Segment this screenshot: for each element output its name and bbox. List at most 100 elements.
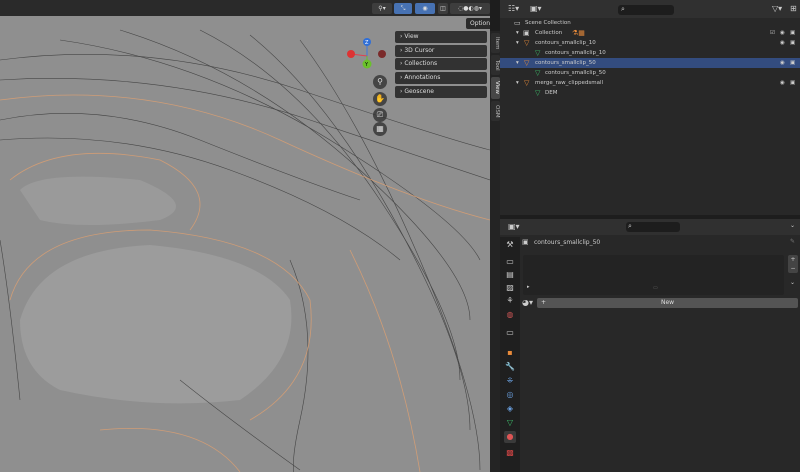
outliner-search-input[interactable]: ⌕ — [618, 5, 674, 15]
overlay-icon[interactable]: ◉ — [415, 3, 435, 14]
list-item[interactable]: ▽ contours_smallclip_10 — [500, 48, 800, 58]
modifier-tab-icon[interactable]: 🔧 — [504, 361, 516, 373]
resize-handle[interactable]: ▭ — [653, 285, 658, 291]
pin-icon[interactable]: ✎ — [790, 238, 795, 245]
object-icon: ▣ — [522, 238, 529, 246]
camera-icon[interactable]: ▣ — [790, 38, 795, 48]
properties-tabs: ⚒ ▭ ▤ ▨ ⚘ ◍ ▭ ▪ 🔧 ⁜ ◎ ◈ ▽ ● ▩ — [500, 237, 520, 472]
checkbox-icon[interactable]: ☑ — [770, 28, 775, 38]
panel-label: Annotations — [404, 74, 441, 82]
display-mode-icon[interactable]: ☷▾ — [508, 4, 519, 13]
properties-editor: ▣▾ ⌕ ⌄ ⚒ ▭ ▤ ▨ ⚘ ◍ ▭ ▪ 🔧 ⁜ ◎ ◈ ▽ ● ▩ ▣ c… — [500, 219, 800, 472]
item-label: contours_smallclip_50 — [535, 60, 596, 66]
world-tab-icon[interactable]: ◍ — [504, 309, 516, 321]
scene-objects-icon: ⚗▦ — [572, 29, 585, 37]
eye-icon[interactable]: ◉ — [780, 28, 785, 38]
mesh-data-icon: ▽ — [535, 89, 541, 97]
collection-tab-icon[interactable]: ▭ — [504, 327, 516, 339]
new-collection-icon[interactable]: ⊞ — [790, 4, 797, 13]
item-label: contours_smallclip_10 — [535, 40, 596, 46]
scene-tab-icon[interactable]: ⚘ — [504, 295, 516, 307]
panel-label: 3D Cursor — [404, 46, 435, 54]
item-label: merge_raw_clippedsmall — [535, 80, 603, 86]
particles-tab-icon[interactable]: ⁜ — [504, 375, 516, 387]
new-label: New — [660, 299, 675, 306]
camera-icon[interactable]: ▣ — [790, 28, 795, 38]
3d-viewport[interactable]: ⚲▾ ⤡ ◉ ◫ ◌●◐◍▾ Options Z Y ⚲ ✋ ⎚ ▦ › Vie… — [0, 0, 490, 472]
list-item[interactable]: ▾ ▽ merge_raw_clippedsmall ◉ ▣ — [500, 78, 800, 88]
eye-icon[interactable]: ◉ — [780, 78, 785, 88]
panel-geoscene[interactable]: › Geoscene — [395, 85, 487, 98]
add-remove-slot-buttons[interactable]: + − — [788, 255, 798, 273]
list-item[interactable]: ▽ DEM — [500, 88, 800, 98]
camera-icon[interactable]: ⎚ — [373, 108, 387, 122]
pan-hand-icon[interactable]: ✋ — [373, 92, 387, 106]
object-icon: ▽ — [524, 79, 530, 87]
panel-3d-cursor[interactable]: › 3D Cursor — [395, 44, 487, 57]
list-item[interactable]: ▾ ▣ Collection ⚗▦ ☑ ◉ ▣ — [500, 28, 800, 38]
mesh-data-icon: ▽ — [535, 49, 541, 57]
xray-icon[interactable]: ◫ — [438, 3, 448, 14]
axis-gizmo[interactable]: Z Y — [343, 36, 393, 76]
texture-tab-icon[interactable]: ▩ — [504, 447, 516, 459]
item-label: contours_smallclip_50 — [545, 70, 606, 76]
editor-type-icon[interactable]: ▣▾ — [508, 222, 520, 231]
expand-icon[interactable]: ▸ — [527, 284, 530, 290]
object-name: contours_smallclip_50 — [534, 239, 601, 246]
physics-tab-icon[interactable]: ◎ — [504, 389, 516, 401]
output-tab-icon[interactable]: ▤ — [504, 269, 516, 281]
panel-label: Geoscene — [404, 87, 434, 95]
tab-view[interactable]: View — [491, 77, 500, 99]
search-icon: ⌕ — [621, 5, 625, 13]
panel-view[interactable]: › View — [395, 31, 487, 43]
list-item[interactable]: ▭ Scene Collection — [500, 18, 800, 28]
properties-search-input[interactable]: ⌕ — [626, 222, 680, 232]
item-label: DEM — [545, 90, 558, 96]
new-material-button[interactable]: + New — [537, 298, 798, 308]
chevron-down-icon[interactable]: ⌄ — [790, 279, 795, 286]
panel-collections[interactable]: › Collections — [395, 58, 487, 71]
zoom-icon[interactable]: ⚲ — [373, 75, 387, 89]
list-item[interactable]: ▽ contours_smallclip_50 — [500, 68, 800, 78]
sidebar-tabs: Item Tool View OSM — [490, 31, 500, 472]
collection-icon: ▭ — [514, 19, 521, 27]
collection-icon: ▣ — [523, 29, 530, 37]
data-tab-icon[interactable]: ▽ — [504, 417, 516, 429]
tab-tool[interactable]: Tool — [491, 55, 500, 75]
material-slots-list[interactable]: ▸ ▭ — [523, 255, 784, 295]
item-label: Collection — [535, 30, 563, 36]
tab-osm[interactable]: OSM — [491, 101, 500, 121]
snap-icon[interactable]: ⤡ — [394, 3, 412, 14]
grid-icon[interactable]: ▦ — [373, 122, 387, 136]
eye-icon[interactable]: ◉ — [780, 38, 785, 48]
viewport-header: ⚲▾ ⤡ ◉ ◫ ◌●◐◍▾ — [0, 0, 490, 16]
chevron-down-icon[interactable]: ⌄ — [790, 222, 795, 229]
options-dropdown[interactable]: Options — [466, 18, 490, 29]
eye-icon[interactable]: ◉ — [780, 58, 785, 68]
material-tab-icon[interactable]: ● — [504, 431, 516, 443]
material-browse-icon[interactable]: ◕▾ — [522, 298, 533, 307]
view-layer-tab-icon[interactable]: ▨ — [504, 282, 516, 294]
properties-header: ▣▾ ⌕ ⌄ — [500, 219, 800, 235]
tab-item[interactable]: Item — [491, 33, 500, 53]
filter-view-icon[interactable]: ▣▾ — [530, 4, 542, 13]
render-tab-icon[interactable]: ▭ — [504, 256, 516, 268]
panel-annotations[interactable]: › Annotations — [395, 72, 487, 85]
object-tab-icon[interactable]: ▪ — [504, 347, 516, 359]
constraints-tab-icon[interactable]: ◈ — [504, 403, 516, 415]
list-item[interactable]: ▾ ▽ contours_smallclip_50 ◉ ▣ — [500, 58, 800, 68]
item-label: Scene Collection — [525, 20, 571, 26]
plus-icon: + — [541, 299, 547, 306]
tool-tab-icon[interactable]: ⚒ — [504, 239, 516, 251]
camera-icon[interactable]: ▣ — [790, 58, 795, 68]
transform-pivot-icon[interactable]: ⚲▾ — [372, 3, 392, 14]
filter-icon[interactable]: ▽▾ — [772, 4, 782, 13]
shading-modes[interactable]: ◌●◐◍▾ — [450, 3, 490, 14]
object-icon: ▽ — [524, 59, 530, 67]
outliner: ☷▾ ▣▾ ⌕ ▽▾ ⊞ ▭ Scene Collection ▾ ▣ Collect… — [500, 0, 800, 215]
search-icon: ⌕ — [628, 222, 632, 230]
object-icon: ▽ — [524, 39, 530, 47]
list-item[interactable]: ▾ ▽ contours_smallclip_10 ◉ ▣ — [500, 38, 800, 48]
camera-icon[interactable]: ▣ — [790, 78, 795, 88]
sidebar-panels: › View › 3D Cursor › Collections › Annot… — [395, 31, 487, 99]
